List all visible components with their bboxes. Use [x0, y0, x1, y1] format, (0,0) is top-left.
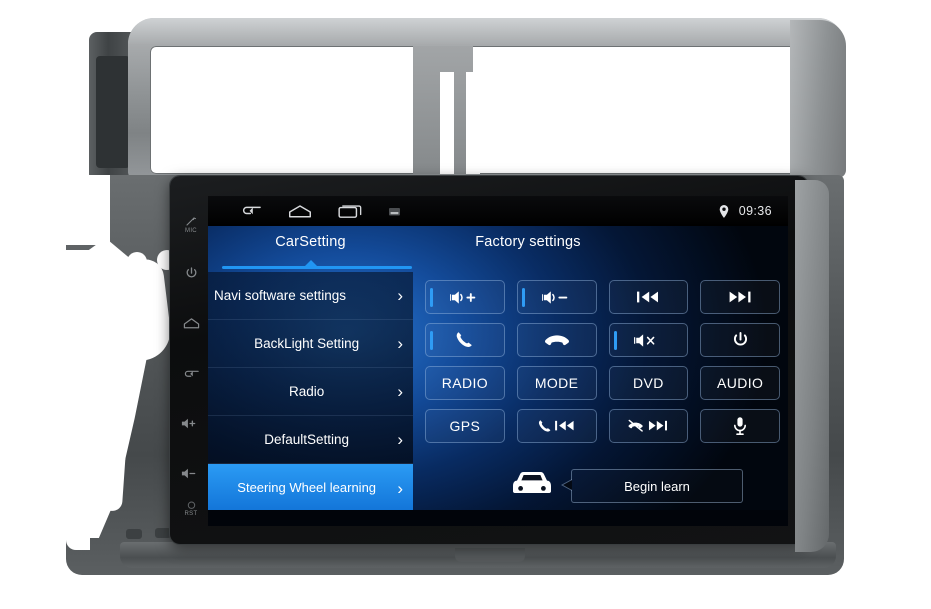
location-pin-icon	[718, 204, 730, 219]
screenshot-root: MIC RST 09:36 CarSetting Factory setting…	[0, 0, 931, 609]
button-label: AUDIO	[716, 375, 764, 391]
button-label: DVD	[632, 375, 664, 391]
cage-cutout-top	[66, 175, 110, 245]
begin-learn-row: Begin learn	[413, 462, 778, 510]
cage-bottom-notch	[455, 548, 525, 562]
hardware-key-column: MIC RST	[172, 180, 210, 540]
button-gps[interactable]: GPS	[425, 409, 505, 443]
power-key[interactable]	[174, 248, 208, 298]
back-icon[interactable]	[240, 204, 262, 218]
sidebar-item-default-setting[interactable]: DefaultSetting ›	[208, 416, 413, 464]
button-label: GPS	[449, 418, 481, 434]
chevron-right-icon: ›	[397, 334, 403, 353]
mic-key[interactable]: MIC	[174, 202, 208, 248]
previous-track-icon	[635, 290, 661, 304]
assign-indicator	[613, 331, 617, 350]
volume-down-icon	[541, 290, 572, 305]
button-hangup-next[interactable]	[608, 409, 689, 443]
reset-key[interactable]: RST	[172, 484, 210, 534]
back-key[interactable]	[174, 348, 208, 398]
button-previous-track[interactable]	[608, 280, 689, 314]
chevron-right-icon: ›	[397, 382, 403, 401]
head-unit-right-edge	[795, 180, 829, 552]
assign-indicator	[430, 331, 433, 350]
assign-indicator	[521, 288, 525, 307]
tab-carsetting-label: CarSetting	[275, 234, 346, 250]
volume-mute-icon	[634, 333, 662, 348]
tab-active-caret-icon	[304, 260, 318, 267]
tab-factory-settings[interactable]: Factory settings	[413, 226, 643, 272]
sidebar-item-backlight-setting[interactable]: BackLight Setting ›	[208, 320, 413, 368]
begin-learn-label: Begin learn	[624, 478, 690, 494]
begin-learn-button[interactable]: Begin learn	[561, 469, 743, 503]
recents-icon[interactable]	[338, 204, 362, 219]
cage-tab-2	[155, 528, 171, 538]
button-volume-down[interactable]	[516, 280, 597, 314]
button-radio[interactable]: RADIO	[425, 366, 505, 400]
sidebar-item-label: Radio	[289, 383, 325, 399]
sidebar-item-navi-software-settings[interactable]: Navi software settings ›	[208, 272, 413, 320]
android-status-bar: 09:36	[208, 196, 788, 226]
settings-sidebar: Navi software settings › BackLight Setti…	[208, 272, 413, 526]
button-call-previous[interactable]	[516, 409, 597, 443]
fascia-left-ear-inner	[96, 56, 130, 168]
fascia-vent-slot-2	[466, 72, 480, 174]
assign-indicator	[430, 288, 433, 307]
phone-hangup-icon	[544, 333, 570, 347]
status-clock: 09:36	[738, 204, 772, 218]
sidebar-item-label: Steering Wheel learning	[237, 479, 377, 495]
cage-screw-hole-1	[127, 252, 147, 272]
button-audio[interactable]: AUDIO	[700, 366, 780, 400]
screenshot-icon[interactable]	[388, 206, 401, 217]
car-front-icon	[509, 468, 555, 503]
fascia-right-column	[790, 20, 846, 178]
power-icon	[731, 331, 750, 350]
button-label: RADIO	[441, 375, 489, 391]
sidebar-item-radio[interactable]: Radio ›	[208, 368, 413, 416]
chevron-right-icon: ›	[397, 478, 403, 498]
screen-bottom-bar	[208, 510, 788, 526]
button-call-answer[interactable]	[425, 323, 505, 357]
sidebar-item-label: Navi software settings	[214, 287, 347, 303]
cage-tab-1	[126, 529, 142, 539]
button-voice-assistant[interactable]	[700, 409, 780, 443]
home-icon[interactable]	[288, 204, 312, 219]
fascia-window-opening	[150, 46, 822, 174]
button-dvd[interactable]: DVD	[608, 366, 689, 400]
button-label: MODE	[534, 375, 579, 391]
function-button-grid: RADIO MODE DVD AUDIO GPS	[425, 280, 780, 443]
button-next-track[interactable]	[700, 280, 780, 314]
sidebar-item-steering-wheel-learning[interactable]: Steering Wheel learning ›	[208, 464, 413, 512]
app-content: CarSetting Factory settings Navi softwar…	[208, 226, 788, 526]
button-power[interactable]	[700, 323, 780, 357]
button-call-hangup[interactable]	[516, 323, 597, 357]
status-right-area: 09:36	[718, 204, 778, 219]
android-nav-buttons	[240, 204, 401, 219]
mic-key-label: MIC	[185, 228, 197, 234]
button-mute[interactable]	[608, 323, 689, 357]
sidebar-item-label: DefaultSetting	[264, 431, 350, 447]
chevron-right-icon: ›	[397, 286, 403, 305]
home-key[interactable]	[174, 298, 208, 348]
volume-up-key[interactable]	[174, 398, 208, 448]
button-volume-up[interactable]	[425, 280, 505, 314]
chevron-right-icon: ›	[397, 430, 403, 449]
button-mode[interactable]: MODE	[516, 366, 597, 400]
phone-previous-icon	[537, 418, 577, 434]
phone-hangup-next-icon	[627, 418, 669, 434]
next-track-icon	[727, 290, 753, 304]
volume-up-icon	[449, 290, 480, 305]
fascia-vent-slot-1	[440, 72, 454, 174]
sidebar-item-label: BackLight Setting	[254, 335, 360, 351]
reset-key-label: RST	[184, 511, 198, 517]
tab-factory-settings-label: Factory settings	[475, 234, 581, 250]
touchscreen[interactable]: 09:36 CarSetting Factory settings Navi s…	[208, 196, 788, 526]
phone-answer-icon	[454, 330, 476, 350]
microphone-icon	[733, 416, 747, 436]
